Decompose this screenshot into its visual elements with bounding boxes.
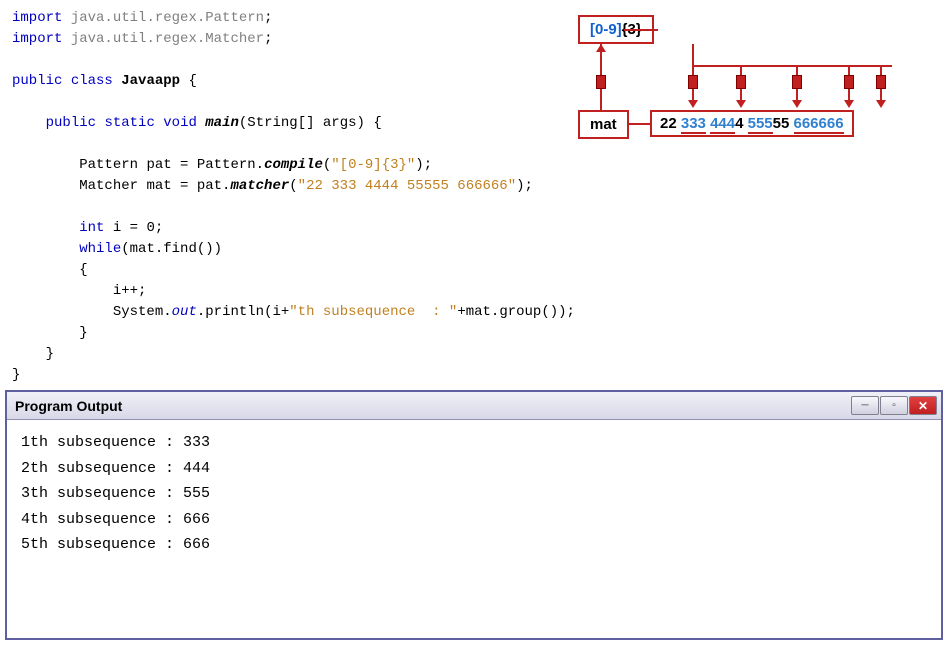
str-label: "th subsequence : " xyxy=(289,304,457,320)
output-line: 3th subsequence : 555 xyxy=(21,481,927,507)
match: 666 xyxy=(819,115,844,134)
println: .println(i+ xyxy=(197,304,289,320)
code-editor: import java.util.regex.Pattern; import j… xyxy=(0,0,948,380)
line xyxy=(692,44,694,66)
str-input: "22 333 4444 55555 666666" xyxy=(298,178,516,194)
i-init: i = 0; xyxy=(113,220,163,236)
type-matcher: Matcher xyxy=(79,178,138,194)
match: 555 xyxy=(748,115,773,134)
unmatch: 4 xyxy=(735,115,748,132)
match: 444 xyxy=(710,115,735,134)
output-line: 5th subsequence : 666 xyxy=(21,532,927,558)
connector-icon xyxy=(596,75,606,89)
main-args: (String[] args) { xyxy=(239,115,382,131)
connector-icon xyxy=(844,75,854,89)
arrow-down-icon xyxy=(792,100,802,108)
connector-icon xyxy=(792,75,802,89)
regex-diagram: pat [0-9]{3} mat 22 333 4444 55555 66666… xyxy=(578,15,918,155)
arrow-down-icon xyxy=(688,100,698,108)
arrow-down-icon xyxy=(736,100,746,108)
arrow-down-icon xyxy=(876,100,886,108)
match: 333 xyxy=(681,115,706,134)
match-string-box: 22 333 4444 55555 666666 xyxy=(650,110,854,137)
class-name: Javaapp xyxy=(121,73,180,89)
match: 666 xyxy=(794,115,819,134)
output-line: 4th subsequence : 666 xyxy=(21,507,927,533)
kw-while: while xyxy=(79,241,121,257)
println-end: +mat.group()); xyxy=(457,304,575,320)
line xyxy=(624,29,658,31)
line xyxy=(628,123,650,125)
kw-import: import xyxy=(12,10,62,26)
method-compile: compile xyxy=(264,157,323,173)
method-main: main xyxy=(205,115,239,131)
kw-public: public xyxy=(46,115,96,131)
connector-icon xyxy=(688,75,698,89)
output-window: Program Output ─ ▫ ✕ 1th subsequence : 3… xyxy=(5,390,943,640)
inc: i++; xyxy=(113,283,147,299)
output-line: 2th subsequence : 444 xyxy=(21,456,927,482)
field-out: out xyxy=(172,304,197,320)
minimize-button[interactable]: ─ xyxy=(851,396,879,415)
window-buttons: ─ ▫ ✕ xyxy=(851,396,937,415)
mat-label: mat xyxy=(590,116,617,133)
while-cond: (mat.find()) xyxy=(121,241,222,257)
connector-icon xyxy=(876,75,886,89)
method-matcher: matcher xyxy=(230,178,289,194)
unmatch: 22 xyxy=(660,115,681,132)
mat-box: mat xyxy=(578,110,629,139)
output-titlebar: Program Output ─ ▫ ✕ xyxy=(7,392,941,420)
kw-import: import xyxy=(12,31,62,47)
output-line: 1th subsequence : 333 xyxy=(21,430,927,456)
line xyxy=(692,65,892,67)
str-regex: "[0-9]{3}" xyxy=(331,157,415,173)
kw-class: class xyxy=(71,73,113,89)
kw-public: public xyxy=(12,73,62,89)
output-body: 1th subsequence : 333 2th subsequence : … xyxy=(7,420,941,568)
unmatch: 55 xyxy=(773,115,794,132)
pkg: java.util.regex.Pattern xyxy=(71,10,264,26)
connector-icon xyxy=(736,75,746,89)
kw-void: void xyxy=(163,115,197,131)
maximize-button[interactable]: ▫ xyxy=(880,396,908,415)
pat-decl: pat = Pattern. xyxy=(146,157,264,173)
type-pattern: Pattern xyxy=(79,157,138,173)
kw-static: static xyxy=(104,115,154,131)
regex-bracket: [0-9] xyxy=(590,21,622,38)
sys: System. xyxy=(113,304,172,320)
pkg: java.util.regex.Matcher xyxy=(71,31,264,47)
output-title: Program Output xyxy=(15,398,851,414)
mat-decl: mat = pat. xyxy=(146,178,230,194)
close-button[interactable]: ✕ xyxy=(909,396,937,415)
arrow-down-icon xyxy=(844,100,854,108)
kw-int: int xyxy=(79,220,104,236)
arrow-up-icon xyxy=(596,44,606,52)
